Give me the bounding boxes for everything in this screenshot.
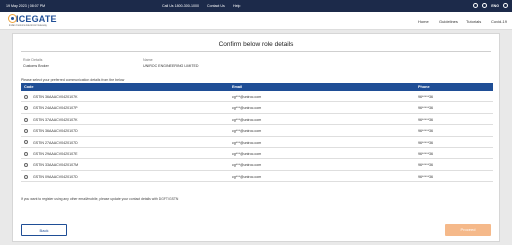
row-phone: 96*****36: [418, 174, 433, 179]
role-details-value: Customs Broker: [23, 64, 49, 68]
row-radio-button[interactable]: [24, 163, 28, 168]
date-time: 19 May 2023 | 08:07 PM: [6, 4, 46, 8]
update-contact-note: If you want to register using any other …: [21, 197, 179, 201]
row-phone: 96*****36: [418, 106, 433, 111]
selection-instruction: Please select your preferred communicati…: [21, 78, 125, 82]
table-row[interactable]: GSTIN 36AAACV0420107K cg***@uniroc.com 96*…: [21, 91, 493, 103]
row-code: GSTIN 36AAACV0420107D: [33, 129, 78, 134]
row-radio-button[interactable]: [24, 151, 28, 156]
row-radio-button[interactable]: [24, 140, 28, 145]
row-code: GSTIN 36AAACV0420107K: [33, 95, 78, 99]
title-divider: [21, 51, 491, 52]
page-title: Confirm below role details: [218, 41, 294, 48]
contact-us-link[interactable]: Contact Us: [207, 4, 225, 8]
contrast-icon[interactable]: [482, 3, 488, 8]
table-row[interactable]: GSTIN 37AAACV0420107K cg***@uniroc.com 96*…: [21, 114, 493, 126]
row-phone: 96*****36: [418, 129, 433, 134]
row-email: cg***@uniroc.com: [232, 151, 262, 156]
row-email: cg***@uniroc.com: [232, 95, 262, 99]
main-nav: ICEGATE Indian Customs Electronic Gatewa…: [0, 12, 512, 30]
row-phone: 96*****36: [418, 163, 433, 168]
name-label: Name: [143, 58, 153, 62]
row-email: cg***@uniroc.com: [232, 106, 262, 111]
role-details-label: Role Details: [23, 58, 43, 62]
row-email: cg***@uniroc.com: [232, 163, 262, 168]
row-radio-button[interactable]: [24, 128, 28, 133]
header-email: Email: [232, 85, 243, 89]
proceed-button[interactable]: Proceed: [445, 224, 491, 236]
help-link[interactable]: Help: [233, 4, 240, 8]
table-row[interactable]: GSTIN 24AAACV0420107P cg***@uniroc.com 96*…: [21, 102, 493, 114]
header-phone: Phone: [418, 85, 430, 89]
table-row[interactable]: GSTIN 29AAACV0420107E cg***@uniroc.com 96*…: [21, 148, 493, 160]
row-radio-button[interactable]: [24, 94, 28, 99]
row-email: cg***@uniroc.com: [232, 117, 262, 122]
row-phone: 96*****36: [418, 117, 433, 122]
name-value: UNIROC ENGINEERING LIMITED: [143, 64, 199, 68]
language-selector[interactable]: ENG: [491, 4, 499, 8]
row-code: GSTIN 29AAACV0420107E: [33, 151, 78, 156]
back-button[interactable]: Back: [21, 224, 67, 236]
row-email: cg***@uniroc.com: [232, 174, 262, 179]
top-bar: 19 May 2023 | 08:07 PM Call Us 1800-300-…: [0, 0, 512, 12]
row-phone: 96*****36: [418, 140, 433, 145]
logo-wordmark: ICEGATE: [16, 14, 57, 24]
row-radio-button[interactable]: [24, 174, 28, 179]
logo-tagline: Indian Customs Electronic Gateway: [9, 24, 47, 27]
user-icon[interactable]: [503, 3, 508, 8]
role-details-card: Confirm below role details Role Details …: [12, 33, 500, 242]
row-radio-button[interactable]: [24, 117, 28, 122]
row-phone: 96*****36: [418, 95, 433, 99]
table-row[interactable]: GSTIN 09AAACV0420107D cg***@uniroc.com 96*…: [21, 171, 493, 183]
nav-guidelines[interactable]: Guidelines: [439, 19, 458, 24]
nav-tutorials[interactable]: Tutorials: [466, 19, 481, 24]
header-code: Code: [24, 85, 34, 89]
row-code: GSTIN 09AAACV0420107D: [33, 174, 78, 179]
accessibility-icon[interactable]: [473, 3, 479, 8]
row-code: GSTIN 24AAACV0420107P: [33, 106, 78, 111]
row-email: cg***@uniroc.com: [232, 140, 262, 145]
table-header: Code Email Phone: [21, 83, 493, 91]
nav-covid[interactable]: Covid-19: [491, 19, 507, 24]
row-radio-button[interactable]: [24, 106, 28, 111]
nav-home[interactable]: Home: [418, 19, 429, 24]
call-us-link[interactable]: Call Us 1800-300-1000: [162, 4, 199, 8]
table-row[interactable]: GSTIN 33AAACV0420107M cg***@uniroc.com 96*…: [21, 159, 493, 171]
row-code: GSTIN 27AAACV0420107D: [33, 140, 78, 145]
topbar-actions: ENG: [473, 3, 508, 8]
table-row[interactable]: GSTIN 27AAACV0420107D cg***@uniroc.com 96*…: [21, 137, 493, 148]
row-code: GSTIN 37AAACV0420107K: [33, 117, 78, 122]
icegate-logo[interactable]: ICEGATE Indian Customs Electronic Gatewa…: [8, 14, 57, 28]
row-email: cg***@uniroc.com: [232, 129, 262, 134]
table-row[interactable]: GSTIN 36AAACV0420107D cg***@uniroc.com 96*…: [21, 125, 493, 137]
row-phone: 96*****36: [418, 151, 433, 156]
row-code: GSTIN 33AAACV0420107M: [33, 163, 79, 168]
communication-details-table: Code Email Phone GSTIN 36AAACV0420107K cg…: [21, 83, 493, 183]
